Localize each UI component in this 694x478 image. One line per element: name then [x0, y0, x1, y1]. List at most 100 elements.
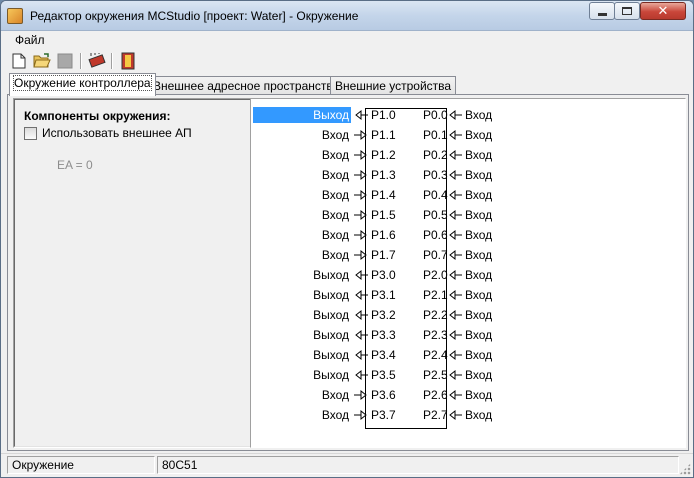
output-arrow-icon [354, 327, 370, 343]
toolbar-separator [111, 53, 113, 69]
save-disabled-icon [57, 53, 73, 69]
use-external-as-checkbox[interactable] [24, 127, 37, 140]
menu-bar: Файл [1, 31, 693, 49]
input-arrow-icon [448, 407, 464, 423]
pin-label-right: P2.0 [423, 268, 448, 282]
tab-strip: Окружение контроллера Внешнее адресное п… [1, 73, 693, 96]
pin-direction-left[interactable]: Вход [253, 167, 351, 183]
pin-row: Вход P1.2 P0.2 Вход [253, 145, 653, 165]
app-icon [7, 8, 23, 24]
pin-label-right: P2.3 [423, 328, 448, 342]
close-icon: ✕ [657, 3, 669, 19]
output-arrow-icon [354, 307, 370, 323]
pin-row: Вход P1.5 P0.5 Вход [253, 205, 653, 225]
title-bar[interactable]: Редактор окружения MCStudio [проект: Wat… [1, 1, 693, 31]
exit-door-icon [121, 52, 135, 70]
ea-value-text: EA = 0 [57, 158, 93, 172]
environment-components-panel: Компоненты окружения: Использовать внешн… [13, 98, 252, 448]
pin-direction-right[interactable]: Вход [465, 167, 492, 183]
pin-direction-right[interactable]: Вход [465, 267, 492, 283]
pin-direction-left[interactable]: Выход [253, 107, 351, 123]
input-arrow-icon [354, 187, 370, 203]
tab-external-address-space[interactable]: Внешнее адресное пространство [148, 76, 345, 95]
pin-direction-left[interactable]: Выход [253, 327, 351, 343]
pin-direction-left[interactable]: Выход [253, 367, 351, 383]
pin-direction-right[interactable]: Вход [465, 387, 492, 403]
chip-button[interactable] [87, 51, 107, 71]
minimize-button[interactable] [589, 2, 615, 20]
use-external-as-label[interactable]: Использовать внешнее АП [42, 126, 192, 140]
pin-direction-left[interactable]: Выход [253, 267, 351, 283]
output-arrow-icon [354, 347, 370, 363]
pin-label-left: P1.6 [371, 228, 396, 242]
pin-direction-left[interactable]: Выход [253, 347, 351, 363]
pin-row: Вход P1.1 P0.1 Вход [253, 125, 653, 145]
tab-controller-env[interactable]: Окружение контроллера [9, 73, 156, 96]
pin-direction-right[interactable]: Вход [465, 107, 492, 123]
input-arrow-icon [448, 247, 464, 263]
pin-row: Вход P1.7 P0.7 Вход [253, 245, 653, 265]
input-arrow-icon [354, 407, 370, 423]
output-arrow-icon [354, 267, 370, 283]
pin-label-left: P3.2 [371, 308, 396, 322]
pin-label-left: P3.3 [371, 328, 396, 342]
pin-direction-right[interactable]: Вход [465, 367, 492, 383]
status-chip: 80C51 [157, 456, 679, 474]
pin-direction-right[interactable]: Вход [465, 407, 492, 423]
pin-label-right: P0.2 [423, 148, 448, 162]
pin-direction-left[interactable]: Вход [253, 207, 351, 223]
resize-grip[interactable] [679, 463, 691, 475]
pin-direction-left[interactable]: Выход [253, 307, 351, 323]
pin-label-left: P1.1 [371, 128, 396, 142]
tab-external-devices[interactable]: Внешние устройства [330, 76, 457, 95]
pin-label-left: P1.5 [371, 208, 396, 222]
new-file-button[interactable] [9, 51, 29, 71]
close-button[interactable]: ✕ [640, 2, 686, 20]
chip-icon [88, 53, 106, 68]
pin-direction-left[interactable]: Вход [253, 147, 351, 163]
pin-direction-left[interactable]: Вход [253, 127, 351, 143]
pin-direction-right[interactable]: Вход [465, 247, 492, 263]
input-arrow-icon [354, 147, 370, 163]
open-button[interactable] [32, 51, 52, 71]
pin-direction-left[interactable]: Вход [253, 247, 351, 263]
maximize-button[interactable] [614, 2, 640, 20]
exit-button[interactable] [118, 51, 138, 71]
pin-row: Выход P3.2 P2.2 Вход [253, 305, 653, 325]
pin-direction-right[interactable]: Вход [465, 187, 492, 203]
env-components-title: Компоненты окружения: [24, 109, 171, 123]
pin-direction-right[interactable]: Вход [465, 227, 492, 243]
pin-diagram-panel: Выход P1.0 P0.0 Вход Вход P1.1 P0.1 Вход Вход P1.… [250, 98, 686, 448]
pin-label-left: P3.4 [371, 348, 396, 362]
pin-direction-right[interactable]: Вход [465, 327, 492, 343]
output-arrow-icon [354, 287, 370, 303]
pin-direction-left[interactable]: Вход [253, 187, 351, 203]
output-arrow-icon [354, 367, 370, 383]
pin-label-right: P0.6 [423, 228, 448, 242]
pin-row: Выход P3.5 P2.5 Вход [253, 365, 653, 385]
pin-direction-left[interactable]: Вход [253, 387, 351, 403]
menu-file[interactable]: Файл [15, 33, 45, 47]
pin-row: Вход P1.3 P0.3 Вход [253, 165, 653, 185]
pin-label-right: P0.5 [423, 208, 448, 222]
pin-label-left: P3.6 [371, 388, 396, 402]
pin-direction-right[interactable]: Вход [465, 287, 492, 303]
new-file-icon [12, 53, 26, 69]
pin-direction-right[interactable]: Вход [465, 207, 492, 223]
pin-label-right: P0.4 [423, 188, 448, 202]
input-arrow-icon [448, 287, 464, 303]
tab-label: Внешние устройства [335, 79, 452, 93]
save-button[interactable] [55, 51, 75, 71]
pin-direction-left[interactable]: Вход [253, 407, 351, 423]
pin-label-right: P2.4 [423, 348, 448, 362]
pin-direction-left[interactable]: Вход [253, 227, 351, 243]
pin-direction-right[interactable]: Вход [465, 307, 492, 323]
pin-direction-right[interactable]: Вход [465, 127, 492, 143]
pin-row: Вход P3.6 P2.6 Вход [253, 385, 653, 405]
pin-direction-right[interactable]: Вход [465, 147, 492, 163]
pin-label-left: P1.0 [371, 108, 396, 122]
pin-label-right: P2.1 [423, 288, 448, 302]
pin-label-right: P0.3 [423, 168, 448, 182]
pin-direction-right[interactable]: Вход [465, 347, 492, 363]
pin-direction-left[interactable]: Выход [253, 287, 351, 303]
